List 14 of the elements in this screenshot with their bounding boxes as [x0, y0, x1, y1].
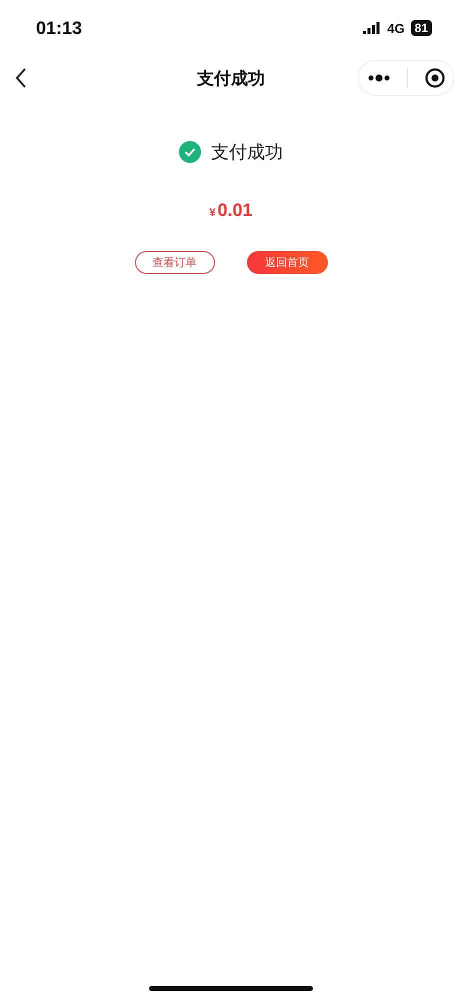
battery-indicator: 81 — [410, 20, 432, 36]
close-icon[interactable] — [424, 68, 444, 88]
view-order-button[interactable]: 查看订单 — [134, 251, 214, 274]
page-title: 支付成功 — [197, 68, 265, 90]
status-time: 01:13 — [36, 18, 82, 38]
currency-symbol: ¥ — [209, 207, 216, 219]
home-button[interactable]: 返回首页 — [246, 251, 328, 274]
check-icon — [179, 141, 201, 163]
more-icon[interactable] — [368, 74, 390, 82]
signal-icon — [363, 22, 382, 34]
back-icon[interactable] — [14, 67, 28, 89]
success-message: 支付成功 — [211, 141, 283, 164]
network-label: 4G — [387, 20, 405, 36]
payment-amount: 0.01 — [218, 200, 253, 221]
